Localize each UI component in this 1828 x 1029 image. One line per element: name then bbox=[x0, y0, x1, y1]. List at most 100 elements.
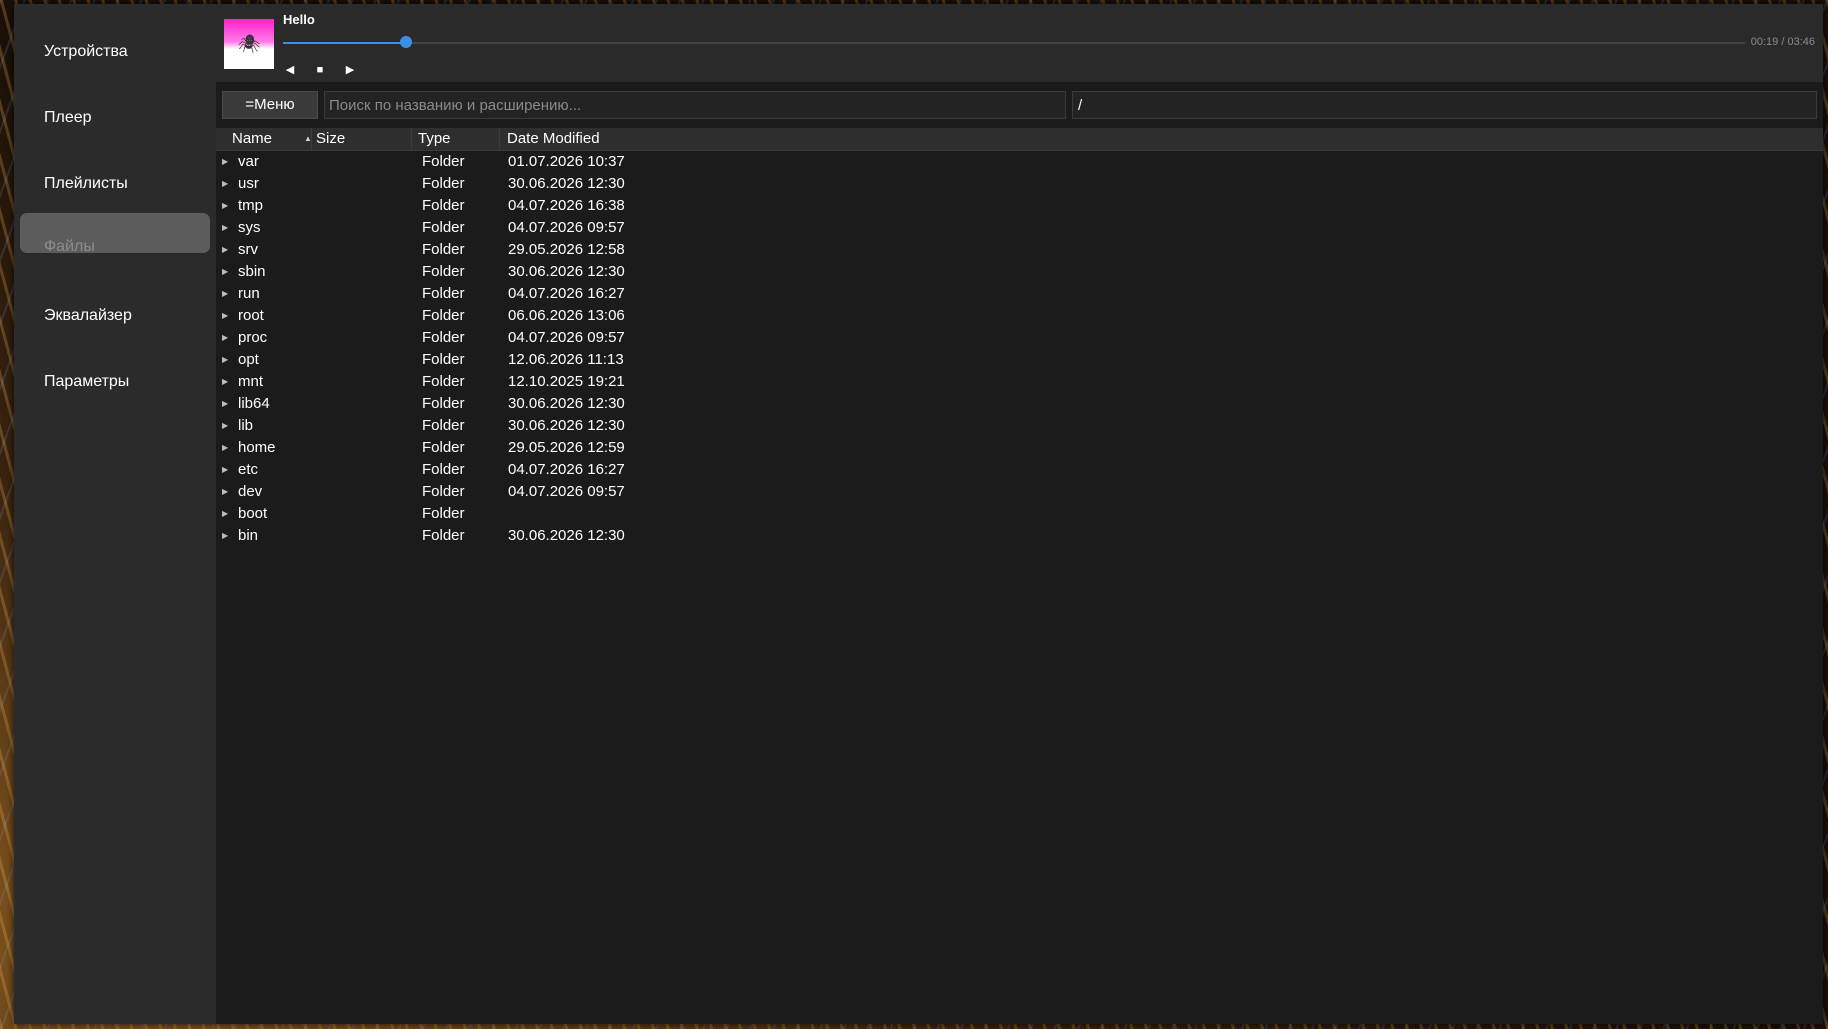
cell-name: root bbox=[238, 307, 264, 324]
cell-name: tmp bbox=[238, 197, 264, 214]
cell-name: sbin bbox=[238, 263, 266, 280]
file-list: Name ▲ Size Type Date Modified ▶ var Folde… bbox=[216, 128, 1823, 1024]
expand-arrow-icon[interactable]: ▶ bbox=[222, 481, 228, 503]
expand-arrow-icon[interactable]: ▶ bbox=[222, 459, 228, 481]
table-row[interactable]: ▶ bin Folder 30.06.2026 12:30 bbox=[216, 525, 1823, 547]
sidebar-item-settings[interactable]: Параметры bbox=[20, 362, 210, 402]
previous-button[interactable]: ◀ bbox=[282, 62, 298, 78]
sidebar-item-playlists[interactable]: Плейлисты bbox=[20, 164, 210, 204]
expand-arrow-icon[interactable]: ▶ bbox=[222, 305, 228, 327]
table-row[interactable]: ▶ sys Folder 04.07.2026 09:57 bbox=[216, 217, 1823, 239]
column-header-size-label: Size bbox=[316, 130, 346, 147]
spider-icon: 🕷 bbox=[237, 33, 261, 54]
expand-arrow-icon[interactable]: ▶ bbox=[222, 503, 228, 525]
sidebar-item-files[interactable]: Файлы bbox=[20, 213, 210, 253]
next-icon: ▶ bbox=[345, 64, 355, 76]
stop-icon: ■ bbox=[316, 64, 324, 76]
seek-slider[interactable] bbox=[283, 36, 1745, 48]
expand-arrow-icon[interactable]: ▶ bbox=[222, 371, 228, 393]
cell-type: Folder bbox=[422, 373, 465, 390]
seek-handle[interactable] bbox=[400, 36, 412, 48]
next-button[interactable]: ▶ bbox=[342, 62, 358, 78]
table-row[interactable]: ▶ srv Folder 29.05.2026 12:58 bbox=[216, 239, 1823, 261]
cell-name: mnt bbox=[238, 373, 264, 390]
table-row[interactable]: ▶ lib64 Folder 30.06.2026 12:30 bbox=[216, 393, 1823, 415]
table-row[interactable]: ▶ mnt Folder 12.10.2025 19:21 bbox=[216, 371, 1823, 393]
expand-arrow-icon[interactable]: ▶ bbox=[222, 525, 228, 547]
column-header-size[interactable]: Size bbox=[312, 128, 412, 150]
cell-date: 04.07.2026 16:38 bbox=[508, 197, 625, 214]
cell-name: dev bbox=[238, 483, 263, 500]
search-input[interactable] bbox=[324, 91, 1066, 119]
cell-name: srv bbox=[238, 241, 258, 258]
sidebar: Устройства Плеер Плейлисты Файлы Эквалай… bbox=[14, 4, 216, 1024]
table-row[interactable]: ▶ etc Folder 04.07.2026 16:27 bbox=[216, 459, 1823, 481]
expand-arrow-icon[interactable]: ▶ bbox=[222, 393, 228, 415]
cell-date: 30.06.2026 12:30 bbox=[508, 175, 625, 192]
sidebar-item-player[interactable]: Плеер bbox=[20, 98, 210, 138]
table-row[interactable]: ▶ sbin Folder 30.06.2026 12:30 bbox=[216, 261, 1823, 283]
cell-name: usr bbox=[238, 175, 259, 192]
cell-type: Folder bbox=[422, 417, 465, 434]
table-row[interactable]: ▶ home Folder 29.05.2026 12:59 bbox=[216, 437, 1823, 459]
table-row[interactable]: ▶ proc Folder 04.07.2026 09:57 bbox=[216, 327, 1823, 349]
cell-name: sys bbox=[238, 219, 261, 236]
path-input[interactable] bbox=[1072, 91, 1817, 119]
expand-arrow-icon[interactable]: ▶ bbox=[222, 173, 228, 195]
cell-name: bin bbox=[238, 527, 259, 544]
expand-arrow-icon[interactable]: ▶ bbox=[222, 239, 228, 261]
menu-button[interactable]: =Меню bbox=[222, 91, 318, 119]
cell-name: lib bbox=[238, 417, 254, 434]
sidebar-item-equalizer[interactable]: Эквалайзер bbox=[20, 296, 210, 336]
expand-arrow-icon[interactable]: ▶ bbox=[222, 437, 228, 459]
cell-date: 30.06.2026 12:30 bbox=[508, 417, 625, 434]
cell-type: Folder bbox=[422, 197, 465, 214]
cell-date: 12.10.2025 19:21 bbox=[508, 373, 625, 390]
table-row[interactable]: ▶ var Folder 01.07.2026 10:37 bbox=[216, 151, 1823, 173]
expand-arrow-icon[interactable]: ▶ bbox=[222, 283, 228, 305]
expand-arrow-icon[interactable]: ▶ bbox=[222, 217, 228, 239]
cell-date: 04.07.2026 16:27 bbox=[508, 461, 625, 478]
expand-arrow-icon[interactable]: ▶ bbox=[222, 415, 228, 437]
table-row[interactable]: ▶ dev Folder 04.07.2026 09:57 bbox=[216, 481, 1823, 503]
cell-date: 04.07.2026 09:57 bbox=[508, 483, 625, 500]
expand-arrow-icon[interactable]: ▶ bbox=[222, 261, 228, 283]
cell-name: home bbox=[238, 439, 276, 456]
table-row[interactable]: ▶ run Folder 04.07.2026 16:27 bbox=[216, 283, 1823, 305]
expand-arrow-icon[interactable]: ▶ bbox=[222, 327, 228, 349]
cell-type: Folder bbox=[422, 483, 465, 500]
cell-date: 06.06.2026 13:06 bbox=[508, 307, 625, 324]
column-header-type[interactable]: Type bbox=[412, 128, 500, 150]
cell-type: Folder bbox=[422, 395, 465, 412]
stop-button[interactable]: ■ bbox=[312, 62, 328, 78]
table-row[interactable]: ▶ root Folder 06.06.2026 13:06 bbox=[216, 305, 1823, 327]
table-row[interactable]: ▶ tmp Folder 04.07.2026 16:38 bbox=[216, 195, 1823, 217]
cell-type: Folder bbox=[422, 285, 465, 302]
file-toolbar: =Меню bbox=[216, 88, 1823, 122]
cell-type: Folder bbox=[422, 527, 465, 544]
column-header-date[interactable]: Date Modified bbox=[500, 128, 650, 150]
table-row[interactable]: ▶ boot Folder bbox=[216, 503, 1823, 525]
cell-date: 29.05.2026 12:59 bbox=[508, 439, 625, 456]
cell-type: Folder bbox=[422, 307, 465, 324]
playback-time: 00:19 / 03:46 bbox=[1750, 36, 1815, 48]
previous-icon: ◀ bbox=[285, 64, 295, 76]
expand-arrow-icon[interactable]: ▶ bbox=[222, 151, 228, 173]
expand-arrow-icon[interactable]: ▶ bbox=[222, 195, 228, 217]
expand-arrow-icon[interactable]: ▶ bbox=[222, 349, 228, 371]
cell-name: etc bbox=[238, 461, 259, 478]
cell-date: 30.06.2026 12:30 bbox=[508, 395, 625, 412]
album-cover: 🕷 bbox=[224, 19, 274, 69]
column-header-name[interactable]: Name ▲ bbox=[216, 128, 312, 150]
table-row[interactable]: ▶ opt Folder 12.06.2026 11:13 bbox=[216, 349, 1823, 371]
track-title: Hello bbox=[283, 12, 315, 27]
cell-type: Folder bbox=[422, 153, 465, 170]
table-row[interactable]: ▶ usr Folder 30.06.2026 12:30 bbox=[216, 173, 1823, 195]
cell-date: 04.07.2026 09:57 bbox=[508, 219, 625, 236]
cell-type: Folder bbox=[422, 241, 465, 258]
cell-name: opt bbox=[238, 351, 259, 368]
column-header-type-label: Type bbox=[418, 130, 451, 147]
cell-date: 30.06.2026 12:30 bbox=[508, 527, 625, 544]
table-row[interactable]: ▶ lib Folder 30.06.2026 12:30 bbox=[216, 415, 1823, 437]
sidebar-item-devices[interactable]: Устройства bbox=[20, 32, 210, 72]
